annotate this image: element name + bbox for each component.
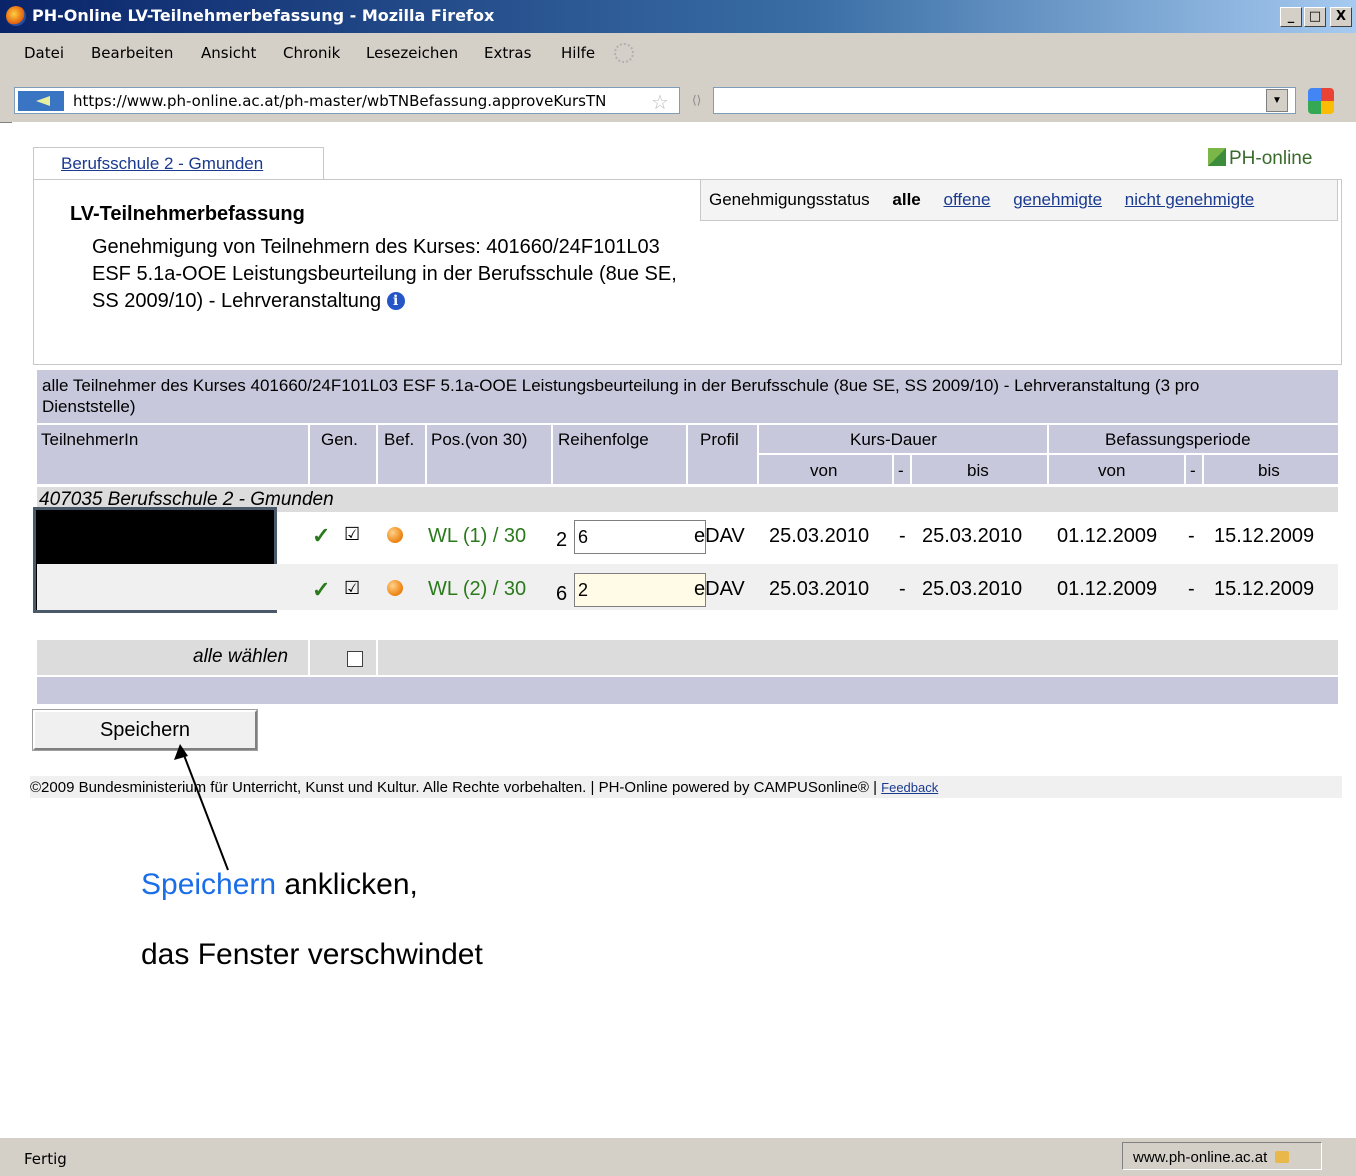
firefox-icon xyxy=(6,6,26,26)
kurs-von: 25.03.2010 xyxy=(769,578,870,600)
kurs-von: 25.03.2010 xyxy=(769,525,870,547)
header-kurs-von: von xyxy=(810,461,838,480)
url-bar[interactable]: https://www.ph-online.ac.at/ph-master/wb… xyxy=(14,87,680,114)
search-input[interactable] xyxy=(713,87,1296,114)
select-all-label: alle wählen xyxy=(193,646,289,667)
menu-hilfe[interactable]: Hilfe xyxy=(561,33,595,73)
order-input[interactable]: 2 xyxy=(574,573,706,607)
bookmark-star-icon[interactable]: ☆ xyxy=(651,90,669,115)
splitter-icon[interactable]: ⟨⟩ xyxy=(692,93,701,107)
table-footer-band xyxy=(37,677,1338,704)
logo-text: PH-online xyxy=(1229,148,1313,169)
order-input[interactable]: 6 xyxy=(574,520,706,554)
approved-check-icon: ✓ xyxy=(312,523,331,548)
status-filter: Genehmigungsstatus alle offene genehmigt… xyxy=(700,180,1338,221)
order-previous: 6 xyxy=(556,583,568,605)
table-caption: alle Teilnehmer des Kurses 401660/24F101… xyxy=(42,376,1200,416)
header-teilnehmer: TeilnehmerIn xyxy=(41,430,139,449)
url-text: https://www.ph-online.ac.at/ph-master/wb… xyxy=(73,92,607,110)
window-title: PH-Online LV-Teilnehmerbefassung - Mozil… xyxy=(32,6,495,25)
position-text: WL (2) / 30 xyxy=(428,578,527,600)
kurs-bis: 25.03.2010 xyxy=(922,525,1023,547)
status-bar: Fertig www.ph-online.ac.at xyxy=(0,1137,1356,1176)
minimize-button[interactable]: _ xyxy=(1280,7,1302,27)
page-title: LV-Teilnehmerbefassung xyxy=(70,203,305,225)
lock-icon[interactable] xyxy=(1275,1151,1290,1163)
bef-sep: - xyxy=(1188,578,1195,600)
status-host: www.ph-online.ac.at xyxy=(1122,1142,1322,1170)
header-bef-dash: - xyxy=(1190,461,1196,480)
select-all-checkbox[interactable] xyxy=(347,651,363,667)
order-previous: 2 xyxy=(556,529,568,551)
filter-nicht-genehmigte-link[interactable]: nicht genehmigte xyxy=(1125,190,1254,210)
menu-extras[interactable]: Extras xyxy=(484,33,531,73)
close-button[interactable]: X xyxy=(1330,7,1352,27)
bef-von: 01.12.2009 xyxy=(1057,525,1158,547)
header-reihenfolge: Reihenfolge xyxy=(558,430,649,449)
menu-bar: Datei Bearbeiten Ansicht Chronik Lesezei… xyxy=(0,33,1356,74)
feedback-link[interactable]: Feedback xyxy=(881,780,938,795)
throbber-icon xyxy=(614,43,634,63)
approve-checkbox[interactable]: ☑ xyxy=(344,524,360,545)
header-bef-bis: bis xyxy=(1258,461,1280,480)
header-profil: Profil xyxy=(700,430,739,449)
annotation-line-1: Speichern anklicken, xyxy=(141,868,418,902)
annotation-highlight: Speichern xyxy=(141,868,277,901)
header-kurs-dash: - xyxy=(898,461,904,480)
tab-institution[interactable]: Berufsschule 2 - Gmunden xyxy=(33,147,324,179)
table-row: ✓ ☑ WL (1) / 30 2 6 eDAV 25.03.2010 - 25… xyxy=(37,515,1338,559)
kurs-sep: - xyxy=(899,578,906,600)
header-bef-von: von xyxy=(1098,461,1126,480)
menu-datei[interactable]: Datei xyxy=(24,33,64,73)
ph-online-logo: PH-online xyxy=(1208,148,1312,170)
header-gen: Gen. xyxy=(321,430,358,449)
status-ball-icon xyxy=(387,580,403,596)
menu-ansicht[interactable]: Ansicht xyxy=(201,33,256,73)
select-all-row: alle wählen xyxy=(37,640,1338,675)
approved-check-icon: ✓ xyxy=(312,577,331,602)
title-bar: PH-Online LV-Teilnehmerbefassung - Mozil… xyxy=(0,0,1356,33)
menu-bearbeiten[interactable]: Bearbeiten xyxy=(91,33,173,73)
bef-bis: 15.12.2009 xyxy=(1214,578,1315,600)
header-bef: Bef. xyxy=(384,430,415,449)
status-label: Genehmigungsstatus xyxy=(709,190,870,209)
bef-sep: - xyxy=(1188,525,1195,547)
profil-text: eDAV xyxy=(694,525,745,547)
status-ball-icon xyxy=(387,527,403,543)
kurs-bis: 25.03.2010 xyxy=(922,578,1023,600)
site-identity-icon[interactable] xyxy=(18,91,64,111)
approve-checkbox[interactable]: ☑ xyxy=(344,578,360,599)
position-text: WL (1) / 30 xyxy=(428,525,527,547)
maximize-button[interactable]: □ xyxy=(1304,7,1326,27)
menu-chronik[interactable]: Chronik xyxy=(283,33,340,73)
logo-icon xyxy=(1208,148,1226,166)
institution-link[interactable]: Berufsschule 2 - Gmunden xyxy=(61,154,263,173)
annotation-rest: anklicken, xyxy=(276,868,418,901)
navigation-bar: https://www.ph-online.ac.at/ph-master/wb… xyxy=(0,73,1356,123)
dropdown-arrow-icon[interactable]: ▼ xyxy=(1266,89,1288,112)
bef-bis: 15.12.2009 xyxy=(1214,525,1315,547)
info-icon[interactable]: i xyxy=(386,292,405,310)
bef-von: 01.12.2009 xyxy=(1057,578,1158,600)
description-text: Genehmigung von Teilnehmern des Kurses: … xyxy=(92,236,677,312)
annotation-line-2: das Fenster verschwindet xyxy=(141,938,483,971)
header-kurs-bis: bis xyxy=(967,461,989,480)
google-search-icon[interactable] xyxy=(1308,88,1334,114)
filter-genehmigte-link[interactable]: genehmigte xyxy=(1013,190,1102,210)
header-kurs-dauer: Kurs-Dauer xyxy=(850,430,937,449)
status-text: Fertig xyxy=(24,1150,67,1168)
footer-text: ©2009 Bundesministerium für Unterricht, … xyxy=(30,779,877,796)
filter-offene-link[interactable]: offene xyxy=(943,190,990,210)
header-befassungsperiode: Befassungsperiode xyxy=(1105,430,1251,449)
kurs-sep: - xyxy=(899,525,906,547)
menu-lesezeichen[interactable]: Lesezeichen xyxy=(366,33,458,73)
table-caption-band: alle Teilnehmer des Kurses 401660/24F101… xyxy=(37,370,1338,423)
host-text: www.ph-online.ac.at xyxy=(1133,1149,1268,1166)
status-current: alle xyxy=(892,190,921,209)
page-description: Genehmigung von Teilnehmern des Kurses: … xyxy=(92,234,692,315)
header-pos: Pos.(von 30) xyxy=(431,430,528,449)
profil-text: eDAV xyxy=(694,578,745,600)
annotation-arrow xyxy=(174,744,229,871)
table-row: ✓ ☑ WL (2) / 30 6 2 eDAV 25.03.2010 - 25… xyxy=(37,564,1338,610)
